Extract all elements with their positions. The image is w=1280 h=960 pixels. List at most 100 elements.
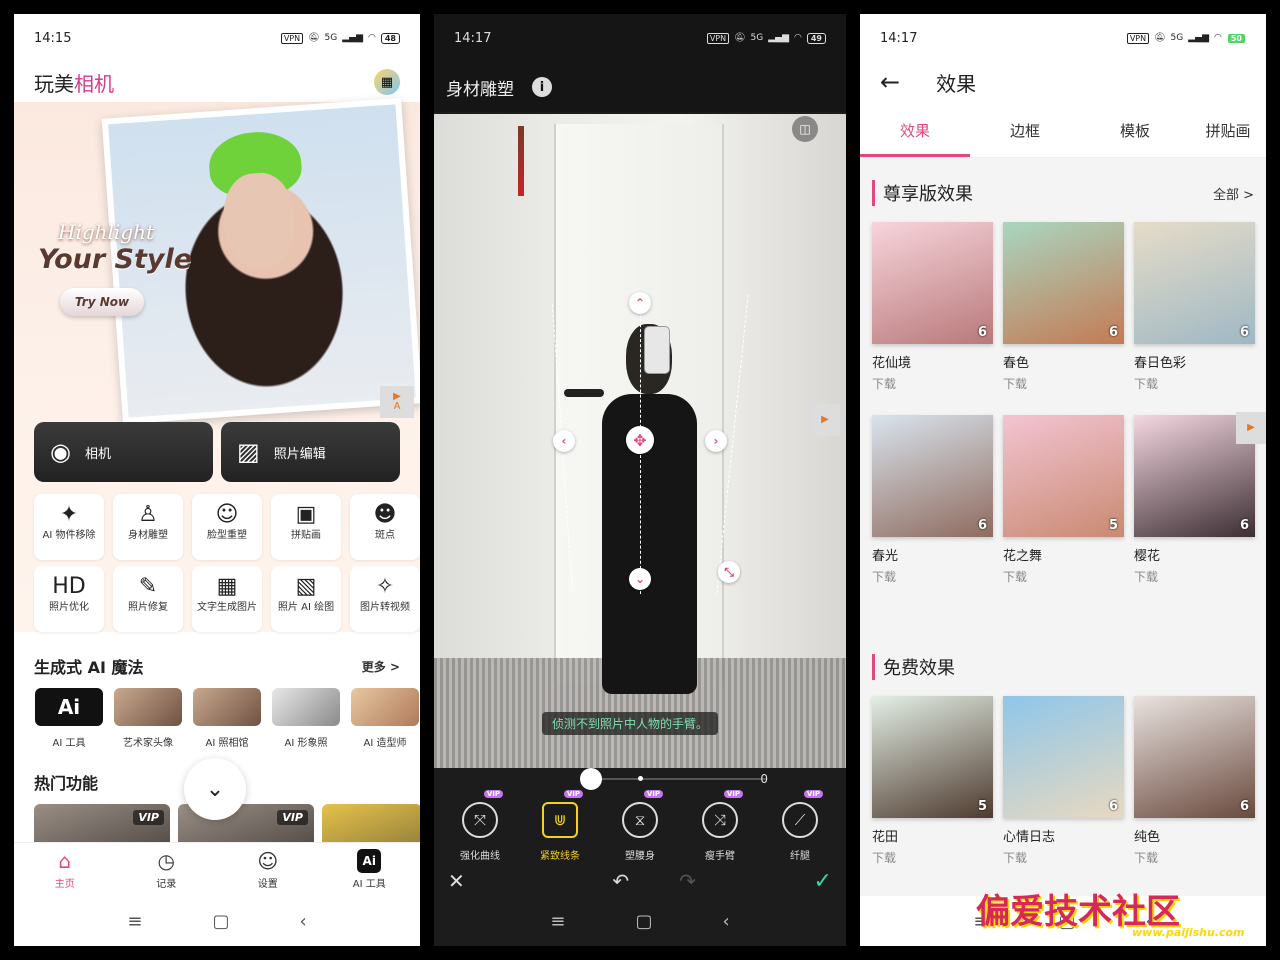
effect-card[interactable]: 6 春光 下载: [872, 415, 993, 608]
download-label[interactable]: 下载: [1134, 849, 1255, 889]
tool-enhance-curves[interactable]: VIP ⤧ 强化曲线: [445, 790, 515, 862]
tool-spot[interactable]: ☻ 斑点: [350, 494, 420, 560]
move-handle-icon[interactable]: ✥: [626, 426, 654, 454]
download-label[interactable]: 下载: [872, 568, 993, 608]
tool-shape-waist[interactable]: VIP ⧖ 塑腰身: [605, 790, 675, 862]
try-now-button[interactable]: Try Now: [60, 288, 144, 316]
tab-settings[interactable]: ☺ 设置: [217, 843, 319, 896]
magic-item-ai-stylist[interactable]: AI 造型师: [350, 688, 420, 749]
tab-ai-tools[interactable]: Ai AI 工具: [319, 843, 421, 896]
hd-icon: HD: [52, 574, 86, 599]
undo-icon[interactable]: ↶: [612, 869, 629, 893]
download-label[interactable]: 下载: [1003, 375, 1124, 415]
tool-ai-object-removal[interactable]: ✦ AI 物件移除: [34, 494, 104, 560]
tab-templates[interactable]: 模板: [1080, 106, 1190, 157]
slider-knob[interactable]: [580, 768, 602, 790]
tool-body-sculpt[interactable]: ♙ 身材雕塑: [113, 494, 183, 560]
download-label[interactable]: 下载: [872, 375, 993, 415]
tool-collage[interactable]: ▣ 拼贴画: [271, 494, 341, 560]
photo-canvas[interactable]: ⌃ ‹ › ✥ ⌄ ⤡ ◫ ▶: [434, 114, 846, 768]
vpn-badge: VPN: [1126, 32, 1150, 44]
tool-photo-to-video[interactable]: ✧ 图片转视频: [350, 566, 420, 632]
status-bar: 14:17 VPN 🔕︎ 5G ▂▄▆ ◠ 49: [434, 14, 846, 62]
side-play-badge[interactable]: ▶: [1236, 412, 1266, 444]
download-label[interactable]: 下载: [1003, 568, 1124, 608]
resize-handle-icon[interactable]: ⤡: [718, 561, 740, 583]
intensity-slider[interactable]: 0: [434, 768, 846, 790]
store-icon[interactable]: ▦: [374, 69, 400, 95]
tool-face-reshape[interactable]: ☺ 脸型重塑: [192, 494, 262, 560]
tool-ai-drawing[interactable]: ▧ 照片 AI 绘图: [271, 566, 341, 632]
tool-photo-enhance[interactable]: HD 照片优化: [34, 566, 104, 632]
tool-label: 紧致线条: [540, 851, 580, 862]
tool-label: 图片转视频: [360, 602, 410, 613]
magic-item-ai-tools[interactable]: Ai AI 工具: [34, 688, 104, 749]
tool-slim-legs[interactable]: VIP ⟋ 纤腿: [765, 790, 835, 862]
effect-card[interactable]: 5 花田 下载: [872, 696, 993, 889]
confirm-icon[interactable]: ✓: [814, 869, 832, 894]
camera-button[interactable]: ◉ 相机: [34, 422, 213, 482]
magic-item-ai-studio[interactable]: AI 照相馆: [192, 688, 262, 749]
download-label[interactable]: 下载: [1003, 849, 1124, 889]
vip-badge: VIP: [563, 790, 583, 798]
effect-name: 樱花: [1134, 549, 1161, 564]
tab-effects[interactable]: 效果: [860, 106, 970, 157]
menu-icon[interactable]: ≡: [550, 911, 565, 932]
side-play-badge[interactable]: ▶: [810, 404, 840, 436]
download-label[interactable]: 下载: [1134, 568, 1255, 608]
layers-count: 6: [977, 325, 987, 340]
effect-card[interactable]: 6 春日色彩 下载: [1134, 222, 1255, 415]
effect-card[interactable]: 6 花仙境 下载: [872, 222, 993, 415]
back-arrow-icon[interactable]: ←: [880, 68, 900, 96]
tool-photo-repair[interactable]: ✎ 照片修复: [113, 566, 183, 632]
menu-icon[interactable]: ≡: [127, 911, 142, 932]
tab-collage[interactable]: 拼贴画: [1190, 106, 1266, 157]
tab-home[interactable]: ⌂ 主页: [14, 843, 116, 896]
text-to-image-icon: ▦: [216, 574, 238, 599]
info-icon[interactable]: i: [532, 77, 552, 97]
magic-item-artist-avatar[interactable]: 艺术家头像: [113, 688, 183, 749]
effect-card[interactable]: 6 春色 下载: [1003, 222, 1124, 415]
hero-banner[interactable]: Highlight Your Style Try Now ▶ A ◉ 相机 ▨ 照片编…: [14, 97, 420, 632]
effect-card[interactable]: 5 花之舞 下载: [1003, 415, 1124, 608]
back-icon[interactable]: ‹: [722, 911, 729, 932]
photo-edit-button[interactable]: ▨ 照片编辑: [221, 422, 400, 482]
effect-name: 春日色彩: [1134, 356, 1187, 371]
tool-text-to-image[interactable]: ▦ 文字生成图片: [192, 566, 262, 632]
up-handle-icon[interactable]: ⌃: [629, 292, 651, 314]
status-icons: VPN 🔕︎ 5G ▂▄▆ ◠ 50: [1126, 32, 1246, 44]
side-play-badge[interactable]: ▶ A: [380, 386, 414, 418]
left-handle-icon[interactable]: ‹: [553, 430, 575, 452]
app-title: 玩美相机: [34, 68, 114, 97]
network-label: 5G: [750, 33, 764, 43]
close-icon[interactable]: ✕: [448, 869, 465, 893]
magic-item-ai-portrait[interactable]: AI 形象照: [271, 688, 341, 749]
home-square-icon[interactable]: ▢: [212, 911, 229, 932]
tab-history[interactable]: ◷ 记录: [116, 843, 218, 896]
network-label: 5G: [324, 33, 338, 43]
right-handle-icon[interactable]: ›: [705, 430, 727, 452]
collapse-button[interactable]: ⌄: [184, 758, 246, 820]
tool-slim-arms[interactable]: VIP ⤨ 瘦手臂: [685, 790, 755, 862]
compare-icon[interactable]: ◫: [792, 116, 818, 142]
network-label: 5G: [1170, 33, 1184, 43]
magic-item-label: AI 照相馆: [205, 738, 249, 749]
down-handle-icon[interactable]: ⌄: [629, 568, 651, 590]
home-square-icon[interactable]: ▢: [635, 911, 652, 932]
face-icon: ☺: [215, 502, 239, 527]
effect-name: 花田: [872, 830, 899, 845]
magic-list: Ai AI 工具 艺术家头像 AI 照相馆 AI 形象照 AI 造型师: [34, 688, 420, 749]
tab-frames[interactable]: 边框: [970, 106, 1080, 157]
download-label[interactable]: 下载: [1134, 375, 1255, 415]
vip-badge: VIP: [277, 810, 308, 825]
tool-firm-lines[interactable]: VIP ⋓ 紧致线条: [525, 790, 595, 862]
tool-label: 塑腰身: [625, 851, 655, 862]
effect-card[interactable]: 6 心情日志 下载: [1003, 696, 1124, 889]
redo-icon[interactable]: ↷: [679, 869, 696, 893]
view-all-link[interactable]: 全部 >: [1213, 184, 1254, 203]
download-label[interactable]: 下载: [872, 849, 993, 889]
more-link[interactable]: 更多 >: [362, 658, 400, 675]
hero-headline-2: Your Style: [38, 244, 193, 275]
back-icon[interactable]: ‹: [299, 911, 306, 932]
effect-card[interactable]: 6 纯色 下载: [1134, 696, 1255, 889]
